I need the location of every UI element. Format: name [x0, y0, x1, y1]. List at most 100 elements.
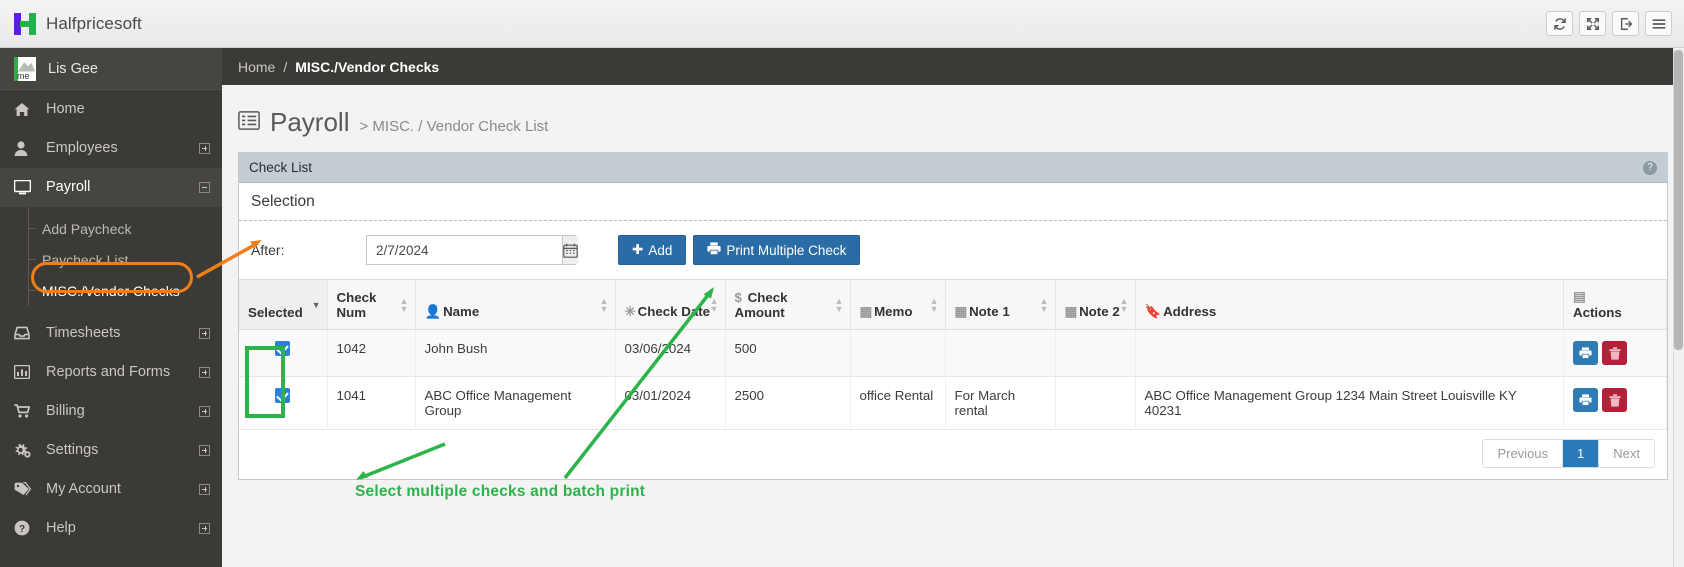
cell-check-date: 03/01/2024 [615, 376, 726, 430]
pagination-previous[interactable]: Previous [1483, 440, 1564, 467]
cart-icon [14, 404, 34, 418]
pagination: Previous 1 Next [239, 430, 1667, 479]
calendar-icon: ▦ [1064, 304, 1078, 319]
calendar-icon[interactable] [562, 236, 578, 264]
home-icon [14, 102, 34, 117]
column-label: Memo [874, 304, 913, 319]
column-header-memo[interactable]: ▦ Memo ▲ ▼ [850, 279, 946, 330]
column-header-name[interactable]: 👤 Name ▲ ▼ [415, 279, 616, 330]
scrollbar-thumb[interactable] [1674, 50, 1683, 350]
sort-icon[interactable]: ▲ ▼ [1040, 296, 1049, 313]
column-header-check-date[interactable]: ✳ Check Date ▲ ▼ [615, 279, 726, 330]
pagination-page-1[interactable]: 1 [1563, 440, 1600, 467]
sort-caret-icon[interactable]: ▼ [312, 300, 321, 309]
sort-icon[interactable]: ▲ ▼ [1120, 296, 1129, 313]
collapse-toggle-icon[interactable] [199, 181, 210, 193]
chart-bar-icon [14, 365, 34, 379]
printer-icon [707, 242, 721, 258]
sidebar-item-home[interactable]: Home [0, 90, 222, 129]
cell-note-1 [945, 329, 1056, 377]
trash-icon[interactable] [1602, 341, 1627, 365]
sidebar-item-help[interactable]: ? Help [0, 509, 222, 548]
vertical-scrollbar[interactable] [1673, 48, 1684, 567]
avatar-label: me [17, 70, 30, 81]
expand-toggle-icon[interactable] [199, 142, 210, 154]
menu-icon[interactable] [1645, 11, 1672, 36]
cell-check-num: 1042 [327, 329, 416, 377]
column-header-address[interactable]: 🔖 Address [1135, 279, 1564, 330]
sidebar-item-billing[interactable]: Billing [0, 392, 222, 431]
cell-memo [850, 329, 946, 377]
calendar-icon: ▦ [859, 304, 873, 319]
sidebar-item-add-paycheck[interactable]: Add Paycheck [0, 213, 222, 244]
sidebar-item-employees[interactable]: Employees [0, 129, 222, 168]
column-header-selected[interactable]: Selected ▼ [239, 279, 328, 330]
panel-title: Check List [249, 160, 313, 175]
column-header-note-2[interactable]: ▦ Note 2 ▲ ▼ [1055, 279, 1136, 330]
sidebar-item-label: Settings [46, 442, 99, 458]
sidebar-item-settings[interactable]: Settings [0, 431, 222, 470]
sidebar-item-misc-vendor-checks[interactable]: MISC./Vendor Checks [0, 275, 222, 306]
cell-check-amount: 2500 [725, 376, 851, 430]
sidebar-item-paycheck-list[interactable]: Paycheck List [0, 244, 222, 275]
fullscreen-icon[interactable] [1579, 11, 1606, 36]
column-header-check-amount[interactable]: $ Check Amount ▲ ▼ [725, 279, 851, 330]
plus-icon: ✚ [632, 242, 644, 257]
bookmark-icon: 🔖 [1144, 304, 1162, 319]
table-row[interactable]: 1041 ABC Office Management Group 03/01/2… [239, 376, 1667, 430]
list-icon [238, 110, 260, 135]
sidebar-item-timesheets[interactable]: Timesheets [0, 314, 222, 353]
sort-icon[interactable]: ▲ ▼ [400, 296, 409, 313]
brand[interactable]: Halfpricesoft [0, 12, 142, 35]
sidebar-item-reports-and-forms[interactable]: Reports and Forms [0, 353, 222, 392]
main-content: Home / MISC./Vendor Checks Payroll > MIS… [222, 48, 1684, 567]
submenu-label: Add Paycheck [42, 220, 132, 237]
expand-toggle-icon[interactable] [199, 405, 210, 417]
tag-icon [14, 482, 34, 496]
print-multiple-check-button[interactable]: Print Multiple Check [693, 235, 861, 265]
panel-header: Check List ? [239, 153, 1667, 183]
column-label: Check Amount [734, 290, 788, 320]
breadcrumb-home[interactable]: Home [238, 59, 275, 75]
user-icon: 👤 [424, 304, 442, 319]
row-checkbox[interactable] [275, 388, 291, 403]
add-button[interactable]: ✚ Add [618, 235, 687, 265]
sort-icon[interactable]: ▲ ▼ [600, 296, 609, 313]
calendar-icon: ▦ [954, 304, 968, 319]
question-circle-icon: ? [14, 520, 34, 536]
trash-icon[interactable] [1602, 388, 1627, 412]
sidebar-item-label: Employees [46, 140, 118, 156]
sort-icon[interactable]: ▲ ▼ [835, 296, 844, 313]
expand-toggle-icon[interactable] [199, 327, 210, 339]
help-icon[interactable]: ? [1643, 160, 1657, 175]
expand-toggle-icon[interactable] [199, 483, 210, 495]
sidebar-user[interactable]: me Lis Gee [0, 48, 222, 90]
row-select-cell[interactable] [239, 376, 328, 430]
sidebar-item-label: Timesheets [46, 325, 121, 341]
column-header-check-num[interactable]: Check Num ▲ ▼ [327, 279, 416, 330]
after-date-field[interactable] [366, 235, 578, 265]
column-header-note-1[interactable]: ▦ Note 1 ▲ ▼ [945, 279, 1056, 330]
logout-icon[interactable] [1612, 11, 1639, 36]
expand-toggle-icon[interactable] [199, 366, 210, 378]
svg-text:?: ? [19, 524, 25, 535]
print-icon[interactable] [1573, 341, 1598, 365]
cell-check-date: 03/06/2024 [615, 329, 726, 377]
sidebar-item-payroll[interactable]: Payroll [0, 168, 222, 207]
cell-address [1135, 329, 1564, 377]
refresh-icon[interactable] [1546, 11, 1573, 36]
sort-icon[interactable]: ▲ ▼ [930, 296, 939, 313]
expand-toggle-icon[interactable] [199, 522, 210, 534]
after-date-input[interactable] [367, 236, 562, 264]
table-row[interactable]: 1042 John Bush 03/06/2024 500 [239, 329, 1667, 377]
sort-icon[interactable]: ▲ ▼ [710, 296, 719, 313]
row-select-cell[interactable] [239, 329, 328, 377]
print-icon[interactable] [1573, 388, 1598, 412]
row-checkbox[interactable] [275, 341, 291, 356]
sidebar-item-my-account[interactable]: My Account [0, 470, 222, 509]
user-name: Lis Gee [48, 60, 98, 77]
pagination-next[interactable]: Next [1599, 440, 1654, 467]
expand-toggle-icon[interactable] [199, 444, 210, 456]
gears-icon [14, 443, 34, 458]
after-label: After: [251, 242, 285, 258]
